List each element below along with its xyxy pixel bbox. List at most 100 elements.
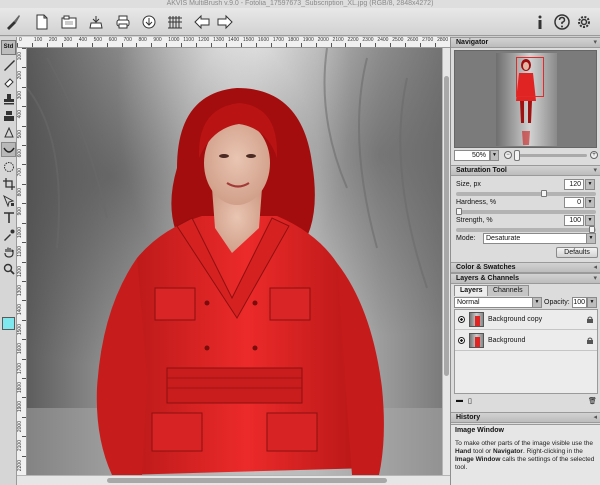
share-icon[interactable] [140,13,158,31]
help-image-window: Image Window [455,456,501,463]
layers-list: Background copy Background [454,309,598,394]
help-text: To make other parts of the image visible… [455,440,597,472]
layers-channels-header[interactable]: Layers & Channels ▾ [451,273,600,284]
image-canvas[interactable] [27,48,442,475]
tab-layers[interactable]: Layers [454,285,489,296]
layer-thumbnail [469,333,484,348]
collapse-icon[interactable]: ▾ [593,38,597,48]
strength-slider-handle[interactable] [589,226,595,233]
hand-tool-icon[interactable] [1,244,16,259]
save-file-icon[interactable] [87,13,105,31]
layer-name: Background [488,337,526,344]
ruler-tick-label: 1300 [213,37,225,43]
chevron-down-icon: ▼ [586,234,595,243]
open-file-icon[interactable] [60,13,78,31]
zoom-dropdown-icon[interactable]: ▼ [490,150,499,161]
brush-tool-icon[interactable] [1,57,16,72]
help-line: tool or [473,448,492,455]
saturation-tool-header[interactable]: Saturation Tool ▾ [451,165,600,176]
visibility-eye-icon[interactable] [458,316,465,323]
visibility-eye-icon[interactable] [458,337,465,344]
horizontal-scroll-thumb[interactable] [107,478,387,483]
ruler-tick-label: 2300 [362,37,374,43]
text-tool-icon[interactable] [1,210,16,225]
ruler-tick-label: 2700 [422,37,434,43]
info-icon[interactable] [531,13,549,31]
help-box: Image Window To make other parts of the … [451,424,600,485]
navigator-view-rectangle[interactable] [516,57,544,97]
strength-dropdown-icon[interactable]: ▼ [585,215,595,226]
tool-strip: Std [0,37,17,485]
hardness-dropdown-icon[interactable]: ▼ [585,197,595,208]
expand-icon[interactable]: ◂ [593,263,597,273]
lock-icon[interactable] [587,337,593,344]
ruler-tick-label: 1400 [228,37,240,43]
navigator-view[interactable] [454,50,597,148]
opacity-dropdown-icon[interactable]: ▼ [587,297,597,308]
strength-slider[interactable] [456,226,596,233]
title-bar: AKVIS MultiBrush v.9.0 - Fotolia_1759767… [0,0,600,8]
collapse-icon[interactable]: ▾ [593,274,597,284]
help-icon[interactable] [553,13,571,31]
zoom-tool-icon[interactable] [1,261,16,276]
lock-icon[interactable] [587,316,593,323]
expand-icon[interactable]: ◂ [593,413,597,423]
vertical-scrollbar[interactable] [442,48,450,475]
clone-tool-icon[interactable] [1,108,16,123]
settings-icon[interactable] [575,13,593,31]
undo-icon[interactable] [193,13,211,31]
vertical-scroll-thumb[interactable] [444,76,449,376]
ruler-tick [211,43,213,47]
eraser-tool-icon[interactable] [1,74,16,89]
hardness-slider-handle[interactable] [456,208,462,215]
layer-row[interactable]: Background copy [455,310,597,330]
transform-tool-icon[interactable] [1,193,16,208]
chevron-down-icon: ▼ [532,298,541,307]
size-input[interactable]: 120 [564,179,584,190]
ruler-tick [22,416,26,418]
history-header[interactable]: History ◂ [451,412,600,423]
mode-select[interactable]: Desaturate ▼ [483,233,596,244]
navigator-header[interactable]: Navigator ▾ [451,37,600,48]
standard-tool-button[interactable]: Std [1,40,16,55]
hardness-slider[interactable] [456,208,596,215]
strength-input[interactable]: 100 [564,215,584,226]
image-settings-icon[interactable] [166,13,184,31]
redo-icon[interactable] [216,13,234,31]
left-ruler: 100 200 300 400 500 600 700 800 900 1000 1100 1200 1… [17,48,27,475]
zoom-slider-handle[interactable] [514,150,520,161]
zoom-input[interactable]: 50% [454,150,490,161]
zoom-slider-track[interactable] [515,154,587,157]
horizontal-scrollbar[interactable] [17,475,450,485]
zoom-out-icon[interactable]: − [504,151,512,159]
tab-channels[interactable]: Channels [487,285,529,296]
opacity-input[interactable]: 100 [572,297,587,308]
size-slider[interactable] [456,190,596,197]
saturation-tool-icon[interactable] [1,142,16,157]
stamp-tool-icon[interactable] [1,91,16,106]
size-slider-handle[interactable] [541,190,547,197]
trash-icon[interactable]: 🗑 [588,397,597,405]
new-file-icon[interactable] [33,13,51,31]
ruler-tick-label: 2600 [407,37,419,43]
ruler-tick [22,377,26,379]
ruler-tick-label: 1200 [198,37,210,43]
layer-row[interactable]: Background [455,331,597,351]
blur-tool-icon[interactable] [1,125,16,140]
crop-tool-icon[interactable] [1,176,16,191]
color-swatches-header[interactable]: Color & Swatches ◂ [451,262,600,273]
selection-tool-icon[interactable] [1,159,16,174]
ruler-tick-label: 1600 [257,37,270,43]
new-folder-icon[interactable]: ▬ [456,397,463,404]
blend-mode-select[interactable]: Normal ▼ [454,297,542,308]
size-dropdown-icon[interactable]: ▼ [585,179,595,190]
eyedropper-tool-icon[interactable] [1,227,16,242]
defaults-button[interactable]: Defaults [556,247,598,258]
collapse-icon[interactable]: ▾ [593,166,597,176]
zoom-in-icon[interactable]: + [590,151,598,159]
color-swatch[interactable] [2,317,15,330]
ruler-tick-label: 800 [17,187,23,197]
new-layer-icon[interactable]: ▯ [468,397,472,405]
hardness-input[interactable]: 0 [564,197,584,208]
print-icon[interactable] [114,13,132,31]
